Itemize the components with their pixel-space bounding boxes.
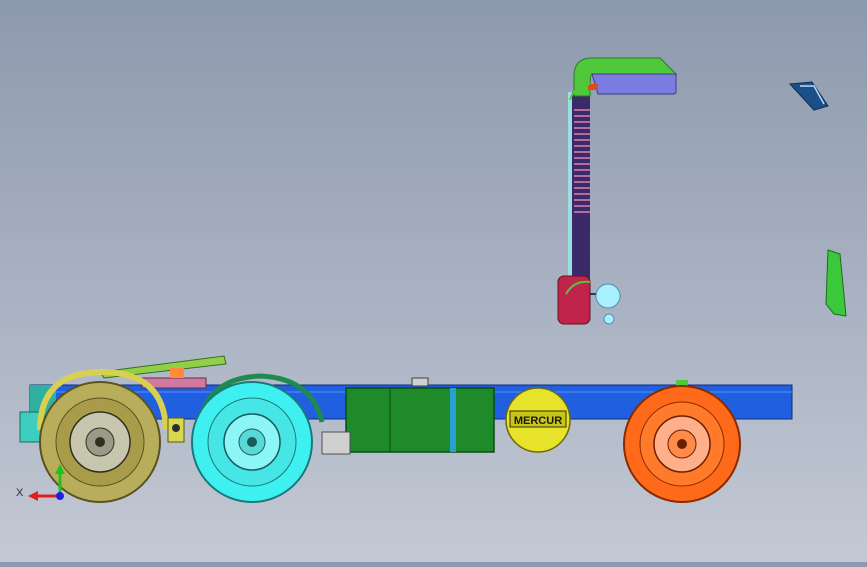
cad-viewport[interactable]: MERCUR X xyxy=(0,0,867,562)
fuel-tank[interactable] xyxy=(321,377,495,455)
muffler xyxy=(557,275,591,325)
air-cleaner-cap xyxy=(595,283,621,309)
exhaust-stack[interactable] xyxy=(557,57,678,325)
x-axis-label: X xyxy=(16,487,24,499)
badge-text: MERCUR xyxy=(514,415,562,427)
rear-tire[interactable] xyxy=(39,381,161,503)
tank-strap xyxy=(450,388,456,452)
exhaust-outlet xyxy=(591,73,677,95)
tank-badge[interactable]: MERCUR xyxy=(505,387,571,453)
z-axis xyxy=(56,492,64,500)
fuel-cap xyxy=(411,377,429,387)
front-tire[interactable] xyxy=(623,385,741,503)
cab-step-fragment xyxy=(825,249,847,317)
middle-tire[interactable] xyxy=(191,381,313,503)
